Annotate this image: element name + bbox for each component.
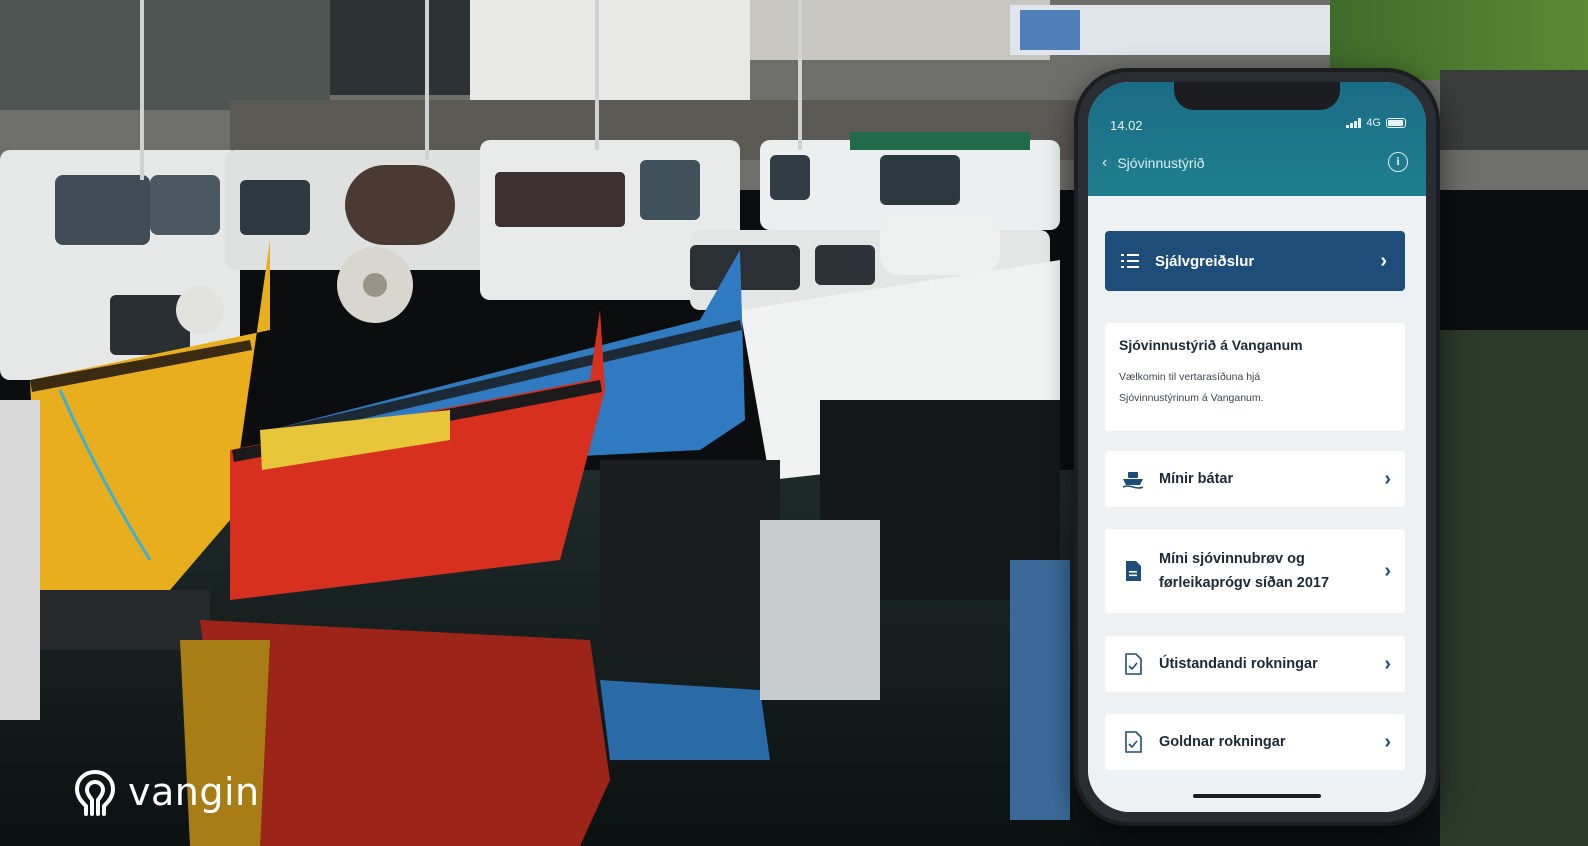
back-button[interactable]: ‹ Sjóvinnustýrið xyxy=(1102,154,1204,172)
status-time: 14.02 xyxy=(1110,118,1143,133)
chevron-right-icon: › xyxy=(1380,249,1387,272)
menu-item-paid-invoices[interactable]: Goldnar rokningar › xyxy=(1105,714,1405,770)
brand-name: vangin xyxy=(128,770,260,814)
chevron-left-icon: ‹ xyxy=(1102,154,1108,171)
menu-item-my-boats[interactable]: Mínir bátar › xyxy=(1105,451,1405,507)
invoice-icon xyxy=(1119,653,1147,675)
document-icon xyxy=(1119,560,1147,582)
menu-item-label: Útistandandi rokningar xyxy=(1159,656,1318,672)
phone-mockup: 14.02 4G ‹ Sjóvinnustýrið i Sjálvgreiðsl… xyxy=(1074,68,1440,826)
home-indicator[interactable] xyxy=(1193,794,1321,798)
info-icon[interactable]: i xyxy=(1388,152,1408,172)
back-label: Sjóvinnustýrið xyxy=(1117,155,1205,171)
chevron-right-icon: › xyxy=(1384,730,1391,753)
menu-item-label: Míni sjóvinnubrøv og førleikaprógv síðan… xyxy=(1159,551,1330,591)
menu-item-label: Mínir bátar xyxy=(1159,471,1234,487)
brand-logo: vangin xyxy=(72,766,260,818)
self-service-button[interactable]: Sjálvgreiðslur › xyxy=(1105,231,1405,291)
boat-icon xyxy=(1119,469,1147,489)
invoice-icon xyxy=(1119,731,1147,753)
status-indicators: 4G xyxy=(1346,117,1406,129)
menu-item-certificates[interactable]: Míni sjóvinnubrøv og førleikaprógv síðan… xyxy=(1105,529,1405,613)
list-icon xyxy=(1121,254,1139,268)
signal-icon xyxy=(1346,118,1362,128)
welcome-title: Sjóvinnustýrið á Vanganum xyxy=(1119,337,1303,353)
phone-notch xyxy=(1174,82,1340,110)
chevron-right-icon: › xyxy=(1384,467,1391,490)
vangin-logo-icon xyxy=(74,770,116,816)
app-content: Sjálvgreiðslur › Sjóvinnustýrið á Vangan… xyxy=(1088,196,1426,812)
chevron-right-icon: › xyxy=(1384,559,1391,582)
menu-item-label: Goldnar rokningar xyxy=(1159,734,1286,750)
network-label: 4G xyxy=(1366,117,1381,129)
welcome-card: Sjóvinnustýrið á Vanganum Vælkomin til v… xyxy=(1105,323,1405,431)
welcome-text: Vælkomin til vertarasíðuna hjá Sjóvinnus… xyxy=(1119,371,1264,404)
battery-icon xyxy=(1386,118,1406,128)
chevron-right-icon: › xyxy=(1384,652,1391,675)
phone-screen: 14.02 4G ‹ Sjóvinnustýrið i Sjálvgreiðsl… xyxy=(1088,82,1426,812)
self-service-label: Sjálvgreiðslur xyxy=(1155,252,1255,270)
menu-item-outstanding-invoices[interactable]: Útistandandi rokningar › xyxy=(1105,636,1405,692)
